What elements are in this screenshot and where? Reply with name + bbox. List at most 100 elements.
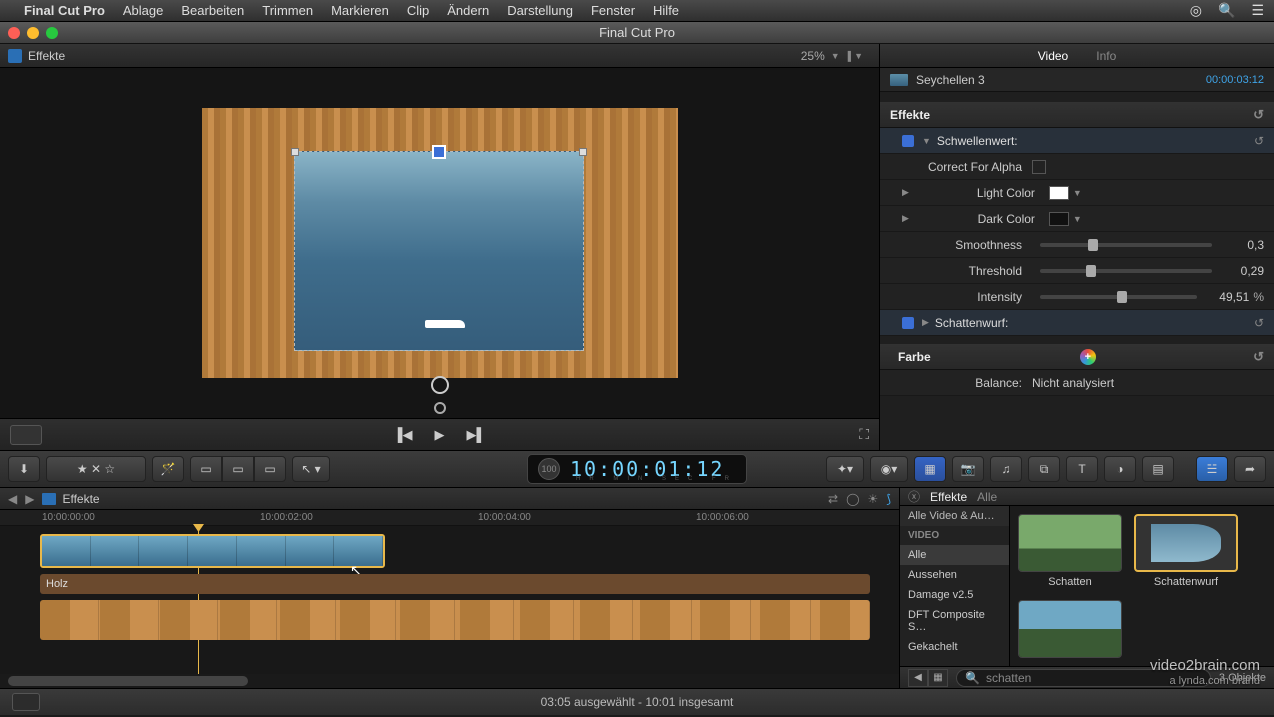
effect-row-schattenwurf[interactable]: ▶ Schattenwurf: ↺ bbox=[880, 310, 1274, 336]
effect-row-schwellenwert[interactable]: ▼ Schwellenwert: ↺ bbox=[880, 128, 1274, 154]
viewer-zoom[interactable]: 25% bbox=[801, 49, 825, 63]
menu-edit[interactable]: Bearbeiten bbox=[181, 3, 244, 18]
effect-thumb-schatten[interactable]: Schatten bbox=[1018, 514, 1122, 588]
timecode-display[interactable]: 100 10:00:01:12 HR MIN SEC FR bbox=[527, 454, 747, 484]
anchor-point-handle[interactable] bbox=[434, 402, 446, 414]
effect-thumb-extra[interactable] bbox=[1018, 600, 1122, 658]
themes-browser-button[interactable]: ▤ bbox=[1142, 456, 1174, 482]
transitions-browser-button[interactable]: ⧉ bbox=[1028, 456, 1060, 482]
light-color-swatch[interactable] bbox=[1049, 186, 1069, 200]
keyframe-toggle-icon[interactable]: ▶ bbox=[902, 213, 909, 224]
intensity-slider[interactable] bbox=[1040, 295, 1197, 299]
share-button[interactable]: ➦ bbox=[1234, 456, 1266, 482]
keyframe-toggle-icon[interactable]: ▶ bbox=[902, 187, 909, 198]
menu-help[interactable]: Hilfe bbox=[653, 3, 679, 18]
threshold-value[interactable]: 0,29 bbox=[1220, 264, 1264, 278]
retime-menu[interactable]: ✦▾ bbox=[826, 456, 864, 482]
audio-skim-icon[interactable]: ◯ bbox=[846, 492, 859, 506]
menu-mark[interactable]: Markieren bbox=[331, 3, 389, 18]
fullscreen-icon[interactable]: ⛶ bbox=[859, 426, 869, 443]
viewer-canvas[interactable] bbox=[202, 108, 678, 378]
keyword-buttons[interactable]: ★ ✕ ☆ bbox=[46, 456, 146, 482]
effects-browser-button[interactable]: ▦ bbox=[914, 456, 946, 482]
reset-effects-icon[interactable]: ↺ bbox=[1253, 107, 1264, 123]
effect-enable-checkbox[interactable] bbox=[902, 135, 914, 147]
video-clip-holz[interactable] bbox=[40, 600, 870, 640]
enhance-button[interactable]: 🪄 bbox=[152, 456, 184, 482]
timeline-scrollbar[interactable] bbox=[0, 674, 899, 688]
browser-prev-button[interactable]: ◀ bbox=[908, 669, 928, 687]
close-window-button[interactable] bbox=[8, 27, 20, 39]
smoothness-slider[interactable] bbox=[1040, 243, 1212, 247]
transform-handle-tc[interactable] bbox=[432, 145, 446, 159]
video-clip-seychellen[interactable] bbox=[40, 534, 385, 568]
category-item[interactable]: Alle bbox=[900, 545, 1009, 565]
color-dropdown-icon[interactable]: ▼ bbox=[1073, 214, 1082, 224]
browser-next-button[interactable]: ▦ bbox=[928, 669, 948, 687]
category-item[interactable]: DFT Composite S… bbox=[900, 605, 1009, 637]
reset-color-icon[interactable]: ↺ bbox=[1253, 349, 1264, 365]
selected-clip-overlay[interactable] bbox=[294, 151, 584, 351]
menu-modify[interactable]: Ändern bbox=[447, 3, 489, 18]
reset-effect-icon[interactable]: ↺ bbox=[1254, 134, 1264, 148]
minimize-window-button[interactable] bbox=[27, 27, 39, 39]
correct-alpha-checkbox[interactable] bbox=[1032, 160, 1046, 174]
menu-view[interactable]: Darstellung bbox=[507, 3, 573, 18]
tool-selector[interactable]: ↖ ▾ bbox=[292, 456, 330, 482]
generators-browser-button[interactable]: ◑ bbox=[1104, 456, 1136, 482]
effect-thumb-schattenwurf[interactable]: Schattenwurf bbox=[1134, 514, 1238, 588]
effect-enable-checkbox[interactable] bbox=[902, 317, 914, 329]
menu-extras-icon[interactable]: ☰ bbox=[1251, 2, 1264, 19]
app-menu[interactable]: Final Cut Pro bbox=[24, 3, 105, 18]
insert-clip-button[interactable]: ▭ bbox=[222, 456, 254, 482]
play-button[interactable]: ▶ bbox=[435, 427, 445, 443]
inspector-toggle-button[interactable]: ☱ bbox=[1196, 456, 1228, 482]
transform-tool-dropdown[interactable] bbox=[10, 425, 42, 445]
prev-frame-button[interactable]: ▐◀ bbox=[393, 427, 412, 443]
browser-scope[interactable]: Alle bbox=[977, 490, 997, 504]
connect-clip-button[interactable]: ▭ bbox=[190, 456, 222, 482]
intensity-value[interactable]: 49,51 bbox=[1205, 290, 1249, 304]
menu-clip[interactable]: Clip bbox=[407, 3, 429, 18]
solo-icon[interactable]: ☀ bbox=[868, 492, 879, 506]
threshold-slider[interactable] bbox=[1040, 269, 1212, 273]
disclosure-triangle-icon[interactable]: ▼ bbox=[922, 136, 931, 146]
disclosure-triangle-icon[interactable]: ▶ bbox=[922, 317, 929, 328]
spotlight-icon[interactable]: 🔍 bbox=[1218, 2, 1235, 19]
snapping-icon[interactable]: ⟆ bbox=[886, 492, 891, 506]
timeline-back-button[interactable]: ◀ bbox=[8, 492, 17, 506]
music-browser-button[interactable]: ♫ bbox=[990, 456, 1022, 482]
tab-video[interactable]: Video bbox=[1038, 49, 1068, 63]
next-frame-button[interactable]: ▶▌ bbox=[467, 427, 486, 443]
color-dropdown-icon[interactable]: ▼ bbox=[1073, 188, 1082, 198]
viewer-canvas-area[interactable] bbox=[0, 68, 879, 418]
zoom-dropdown-icon[interactable]: ▼ bbox=[831, 51, 840, 61]
reset-effect-icon[interactable]: ↺ bbox=[1254, 316, 1264, 330]
close-browser-icon[interactable]: ⓧ bbox=[908, 488, 920, 505]
cc-icon[interactable]: ◎ bbox=[1190, 2, 1202, 19]
skimming-icon[interactable]: ⇄ bbox=[828, 492, 838, 506]
add-color-correction-icon[interactable]: + bbox=[1080, 349, 1096, 365]
zoom-window-button[interactable] bbox=[46, 27, 58, 39]
view-options-icon[interactable]: ▌▼ bbox=[848, 51, 863, 61]
import-button[interactable]: ⬇ bbox=[8, 456, 40, 482]
titles-browser-button[interactable]: T bbox=[1066, 456, 1098, 482]
category-item[interactable]: Aussehen bbox=[900, 565, 1009, 585]
timeline-ruler[interactable]: 10:00:00:00 10:00:02:00 10:00:04:00 10:0… bbox=[0, 510, 899, 526]
append-clip-button[interactable]: ▭ bbox=[254, 456, 286, 482]
timeline-index-button[interactable] bbox=[12, 693, 40, 711]
transform-handle-tr[interactable] bbox=[579, 148, 587, 156]
menu-trim[interactable]: Trimmen bbox=[262, 3, 313, 18]
transform-handle-tl[interactable] bbox=[291, 148, 299, 156]
rotation-handle[interactable] bbox=[431, 376, 449, 394]
timeline-tracks[interactable]: ↖ Holz bbox=[0, 526, 899, 674]
category-item[interactable]: Gekachelt bbox=[900, 637, 1009, 657]
timeline-fwd-button[interactable]: ▶ bbox=[25, 492, 34, 506]
tab-info[interactable]: Info bbox=[1096, 49, 1116, 63]
menu-file[interactable]: Ablage bbox=[123, 3, 163, 18]
menu-window[interactable]: Fenster bbox=[591, 3, 635, 18]
category-item[interactable]: Damage v2.5 bbox=[900, 585, 1009, 605]
clip-appearance-menu[interactable]: ◉▾ bbox=[870, 456, 908, 482]
category-header[interactable]: Alle Video & Au… bbox=[900, 506, 1009, 526]
clip-label-holz[interactable]: Holz bbox=[40, 574, 870, 594]
